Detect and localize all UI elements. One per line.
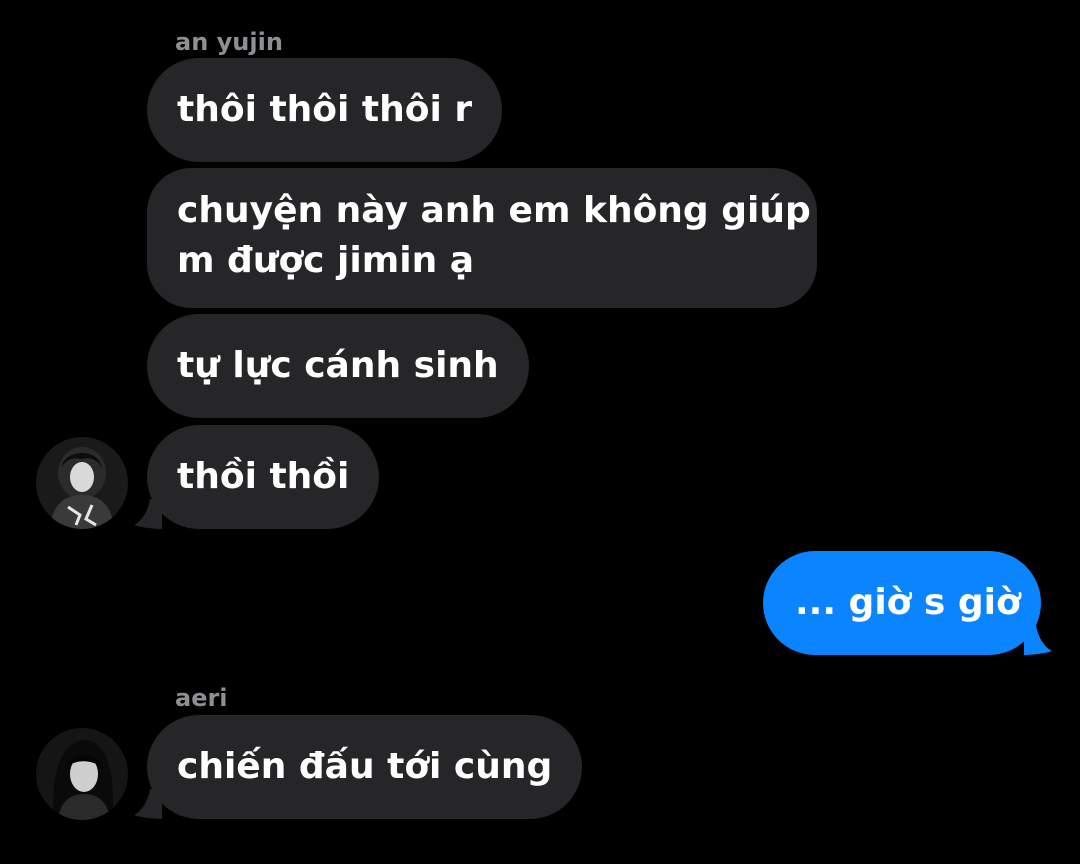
avatar-photo-icon [36,728,128,820]
sender-name-aeri: aeri [175,684,228,712]
message-bubble-incoming[interactable]: thồi thồi [147,425,380,529]
sender-name-an-yujin: an yujin [175,28,283,56]
avatar-photo-icon [36,437,128,529]
message-bubble-incoming[interactable]: tự lực cánh sinh [147,314,529,418]
avatar[interactable] [36,437,128,529]
message-bubble-incoming[interactable]: chuyện này anh em không giúp m được jimi… [147,168,817,308]
message-text-line-2: m được jimin ạ [177,240,475,281]
message-text: thồi thồi [177,456,350,497]
bubble-tail-outgoing [1024,625,1052,655]
message-text: chiến đấu tới cùng [177,746,553,787]
message-text-line-1: chuyện này anh em không giúp [177,190,811,231]
bubble-tail-incoming [134,789,162,819]
message-bubble-outgoing[interactable]: ... giờ s giờ [763,551,1041,655]
message-text: ... giờ s giờ [795,582,1021,623]
message-bubble-incoming[interactable]: thôi thôi thôi r [147,58,503,162]
bubble-tail-incoming [134,499,162,529]
message-text: thôi thôi thôi r [177,89,473,130]
message-text: tự lực cánh sinh [177,345,499,386]
message-bubble-incoming[interactable]: chiến đấu tới cùng [147,715,583,819]
avatar[interactable] [36,728,128,820]
